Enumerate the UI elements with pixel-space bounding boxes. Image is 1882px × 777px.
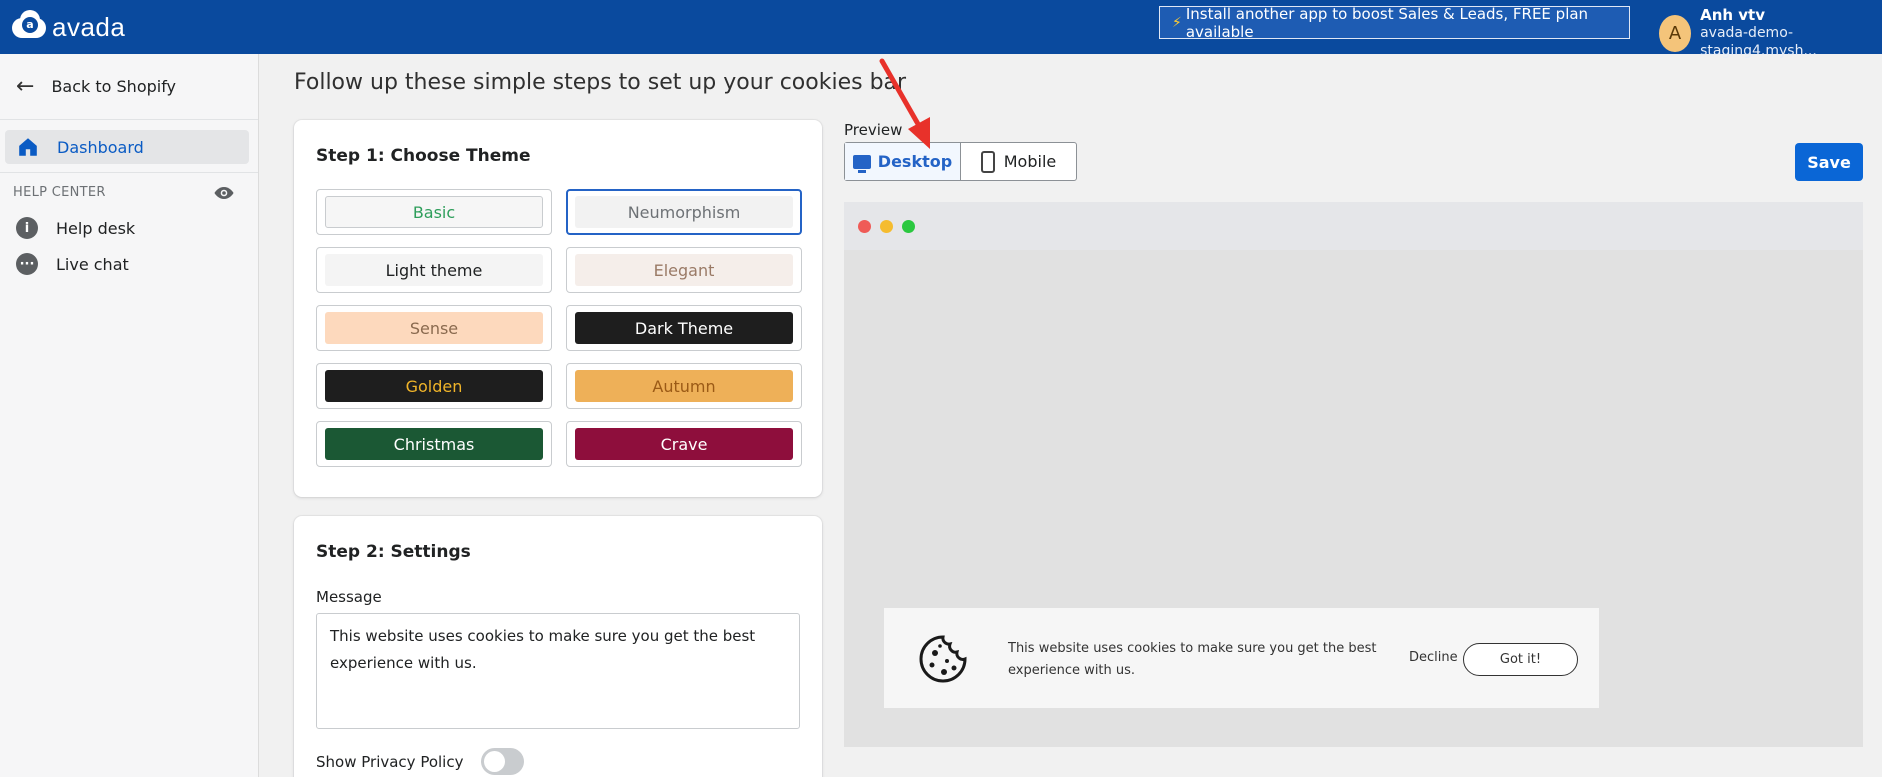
minimize-dot xyxy=(880,219,893,233)
theme-option-neumorphism[interactable]: Neumorphism xyxy=(566,189,802,235)
theme-option-label: Golden xyxy=(325,370,543,402)
message-textarea[interactable]: This website uses cookies to make sure y… xyxy=(316,613,800,729)
mobile-label: Mobile xyxy=(1003,152,1057,171)
sidebar-item-label: Help desk xyxy=(56,218,136,238)
chat-icon: ··· xyxy=(16,253,38,275)
theme-option-label: Christmas xyxy=(325,428,543,460)
promo-text: Install another app to boost Sales & Lea… xyxy=(1185,4,1589,41)
sidebar: ← Back to Shopify Dashboard HELP CENTER … xyxy=(0,54,259,777)
privacy-policy-label: Show Privacy Policy xyxy=(316,752,464,771)
mobile-phone-icon xyxy=(980,150,995,173)
avatar: A xyxy=(1659,14,1692,52)
theme-grid: Basic Neumorphism Light theme Elegant Sense D… xyxy=(316,189,802,467)
theme-option-light-theme[interactable]: Light theme xyxy=(316,247,552,293)
back-label: Back to Shopify xyxy=(51,77,177,96)
step2-title: Step 2: Settings xyxy=(316,542,471,562)
theme-option-autumn[interactable]: Autumn xyxy=(566,363,802,409)
home-icon xyxy=(19,138,37,156)
user-menu[interactable]: A Anh vtv avada-demo-staging4.mysh... xyxy=(1659,6,1882,60)
eye-icon[interactable] xyxy=(214,186,234,200)
theme-option-christmas[interactable]: Christmas xyxy=(316,421,552,467)
info-icon: i xyxy=(16,217,38,239)
theme-option-crave[interactable]: Crave xyxy=(566,421,802,467)
store-domain: avada-demo-staging4.mysh... xyxy=(1700,25,1817,59)
theme-option-elegant[interactable]: Elegant xyxy=(566,247,802,293)
sidebar-item-dashboard[interactable]: Dashboard xyxy=(5,130,249,164)
lightning-bolt-icon: ⚡ xyxy=(1172,14,1182,31)
promo-banner[interactable]: ⚡ Install another app to boost Sales & L… xyxy=(1159,4,1630,41)
back-to-shopify-link[interactable]: ← Back to Shopify xyxy=(0,54,258,120)
avada-logo[interactable]: a avada xyxy=(12,10,126,43)
maximize-dot xyxy=(902,219,915,233)
sidebar-item-label: Dashboard xyxy=(57,137,144,157)
top-bar: a avada ⚡ Install another app to boost S… xyxy=(0,0,1882,59)
theme-option-basic[interactable]: Basic xyxy=(316,189,552,235)
cloud-logo-icon: a xyxy=(12,10,48,42)
theme-option-label: Neumorphism xyxy=(575,196,793,228)
user-name: Anh vtv xyxy=(1700,6,1766,24)
cookie-bar-preview: This website uses cookies to make sure y… xyxy=(884,608,1599,708)
theme-option-label: Autumn xyxy=(575,370,793,402)
theme-option-label: Basic xyxy=(325,196,543,228)
sidebar-item-live-chat[interactable]: ··· Live chat xyxy=(0,246,258,282)
decline-button[interactable]: Decline xyxy=(1409,650,1458,665)
theme-option-sense[interactable]: Sense xyxy=(316,305,552,351)
theme-option-label: Sense xyxy=(325,312,543,344)
save-button[interactable]: Save xyxy=(1795,143,1863,181)
privacy-policy-toggle[interactable] xyxy=(481,748,525,775)
theme-option-golden[interactable]: Golden xyxy=(316,363,552,409)
sidebar-item-label: Live chat xyxy=(56,254,129,274)
theme-option-label: Dark Theme xyxy=(575,312,793,344)
desktop-monitor-icon xyxy=(852,154,871,173)
page-title: Follow up these simple steps to set up y… xyxy=(294,70,907,95)
brand-name: avada xyxy=(52,11,126,42)
theme-option-label: Light theme xyxy=(325,254,543,286)
arrow-left-icon: ← xyxy=(16,74,35,99)
step2-card: Step 2: Settings Message This website us… xyxy=(294,516,822,777)
annotation-arrow-icon xyxy=(879,58,930,149)
help-center-title: HELP CENTER xyxy=(13,185,106,200)
browser-chrome xyxy=(844,202,1863,250)
close-dot xyxy=(858,219,871,233)
theme-option-label: Elegant xyxy=(575,254,793,286)
theme-option-dark-theme[interactable]: Dark Theme xyxy=(566,305,802,351)
step1-card: Step 1: Choose Theme Basic Neumorphism Lig… xyxy=(294,120,822,497)
sidebar-item-help-desk[interactable]: i Help desk xyxy=(0,210,258,246)
mobile-button[interactable]: Mobile xyxy=(961,143,1076,180)
cookie-icon xyxy=(919,635,967,683)
step1-title: Step 1: Choose Theme xyxy=(316,146,531,166)
privacy-policy-row: Show Privacy Policy xyxy=(316,748,525,775)
got-it-button[interactable]: Got it! xyxy=(1463,643,1578,676)
help-center-header: HELP CENTER xyxy=(0,173,258,200)
preview-browser-window: This website uses cookies to make sure y… xyxy=(844,202,1863,747)
cookie-message: This website uses cookies to make sure y… xyxy=(1008,641,1377,678)
theme-option-label: Crave xyxy=(575,428,793,460)
message-label: Message xyxy=(316,588,382,606)
